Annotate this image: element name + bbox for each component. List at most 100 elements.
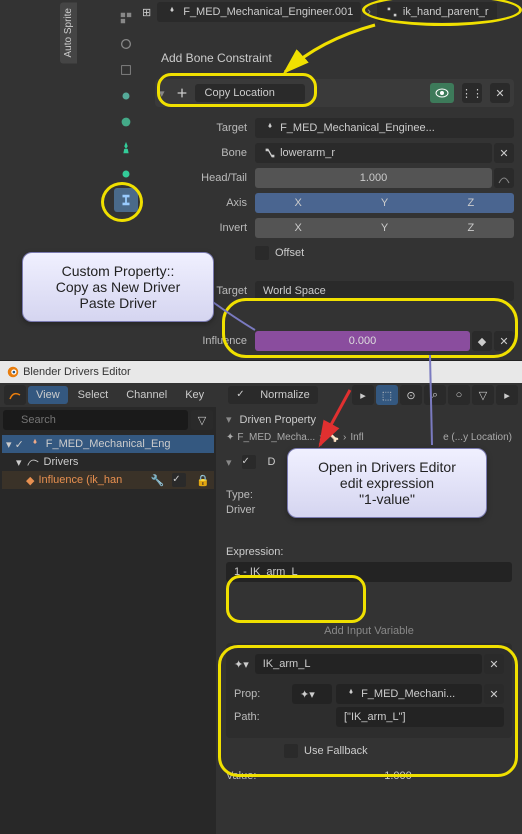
window-titlebar: Blender Drivers Editor	[0, 361, 522, 383]
armature-tiny-icon	[263, 121, 277, 135]
drivers-tree-icon	[26, 455, 40, 469]
window-title: Blender Drivers Editor	[23, 366, 131, 378]
target-space-field[interactable]: World Space	[255, 281, 514, 301]
proportional-button[interactable]: ○	[448, 385, 470, 405]
invert-z-button[interactable]: Z	[428, 218, 514, 238]
axis-label: Axis	[155, 197, 255, 209]
view-menu[interactable]: View	[28, 386, 68, 404]
d-label: D	[268, 456, 276, 468]
path-field[interactable]: ["IK_arm_L"]	[336, 707, 504, 727]
clear-prop-button[interactable]: ✕	[484, 684, 504, 704]
armature-breadcrumb[interactable]: F_MED_Mechanical_Engineer.001	[157, 2, 361, 22]
tree-influence-row[interactable]: ◆ Influence (ik_han 🔧 🔒	[2, 471, 214, 489]
axis-buttons: X Y Z	[255, 193, 514, 213]
scene-icon[interactable]	[114, 84, 138, 108]
expression-field[interactable]: 1 - IK_arm_L	[226, 562, 512, 582]
armature-icon[interactable]	[114, 136, 138, 160]
extras-button[interactable]: ⋮⋮	[462, 83, 482, 103]
output-icon[interactable]	[114, 58, 138, 82]
expression-label: Expression:	[226, 546, 512, 558]
delete-constraint-button[interactable]: ✕	[490, 83, 510, 103]
offset-label: Offset	[275, 247, 304, 259]
object-data-icon[interactable]	[114, 162, 138, 186]
filter-button[interactable]: ▽	[472, 385, 494, 405]
tool-icon[interactable]	[114, 6, 138, 30]
axis-x-button[interactable]: X	[255, 193, 341, 213]
axis-y-button[interactable]: Y	[341, 193, 427, 213]
influence-x-button[interactable]: ✕	[494, 331, 514, 351]
select-box-button[interactable]: ⬚	[376, 385, 398, 405]
auto-sprite-tab[interactable]: Auto Sprite	[60, 2, 77, 63]
armature-name: F_MED_Mechanical_Engineer.001	[183, 6, 353, 18]
pivot-button[interactable]: ⊙	[400, 385, 422, 405]
eye-icon	[435, 88, 449, 98]
search-input[interactable]	[3, 410, 188, 430]
sidebar-toggle-button[interactable]: ▸	[496, 385, 518, 405]
bc-property[interactable]: Infl	[350, 432, 363, 443]
tree-influence-check[interactable]	[172, 473, 186, 487]
delete-variable-button[interactable]: ✕	[484, 654, 504, 674]
influence-keyframe-button[interactable]: ◆	[472, 331, 492, 351]
value-label: Value:	[226, 770, 284, 782]
bone-breadcrumb[interactable]: ik_hand_parent_r	[377, 2, 497, 22]
snap-button[interactable]: ⌕	[424, 385, 446, 405]
influence-label: Influence	[155, 335, 255, 347]
invert-y-button[interactable]: Y	[341, 218, 427, 238]
blender-icon	[6, 365, 20, 379]
world-icon[interactable]	[114, 110, 138, 134]
d-checkbox[interactable]	[242, 455, 256, 469]
influence-slider[interactable]: 0.000	[255, 331, 470, 351]
normalize-toggle[interactable]: Normalize	[228, 386, 318, 404]
bone-constraint-icon[interactable]	[114, 188, 138, 212]
driven-property-breadcrumb: ✦ F_MED_Mecha... › 🦴 › Infl e (...y Loca…	[226, 432, 512, 443]
clear-bone-button[interactable]: ✕	[494, 143, 514, 163]
bc-armature[interactable]: ✦ F_MED_Mecha...	[226, 432, 315, 443]
editor-type-button[interactable]	[4, 385, 26, 405]
d-expand[interactable]	[226, 456, 236, 469]
driven-property-header[interactable]: Driven Property	[226, 413, 512, 426]
tree-root-row[interactable]: ▾ ✓ F_MED_Mechanical_Eng	[2, 435, 214, 453]
tree-lock-icon[interactable]: 🔒	[196, 474, 210, 487]
headtail-label: Head/Tail	[155, 172, 255, 184]
offset-checkbox[interactable]	[255, 246, 269, 260]
drivers-menu-bar: View Select Channel Key Normalize ▸ ⬚ ⊙ …	[0, 383, 522, 407]
offset-row[interactable]: Offset	[255, 243, 514, 263]
target-field[interactable]: F_MED_Mechanical_Enginee...	[255, 118, 514, 138]
axis-z-button[interactable]: Z	[428, 193, 514, 213]
constraint-name-field[interactable]: Copy Location	[195, 84, 305, 102]
fallback-checkbox[interactable]	[284, 744, 298, 758]
bc-bone-icon: 🦴	[327, 432, 339, 443]
invert-x-button[interactable]: X	[255, 218, 341, 238]
key-menu[interactable]: Key	[177, 386, 212, 404]
add-variable-button[interactable]: Add Input Variable	[226, 625, 512, 637]
tree-drivers-row[interactable]: ▾ Drivers	[2, 453, 214, 471]
headtail-field[interactable]: 1.000	[255, 168, 492, 188]
tree-root-label: F_MED_Mechanical_Eng	[46, 438, 171, 450]
path-label: Path:	[234, 711, 292, 723]
tree-wrench-icon[interactable]: 🔧	[151, 474, 165, 487]
property-tabs	[112, 0, 140, 214]
expand-icon[interactable]	[159, 87, 169, 100]
variable-name-field[interactable]: IK_arm_L	[255, 654, 482, 674]
bc-suffix: e (...y Location)	[443, 432, 512, 443]
prop-value-field[interactable]: F_MED_Mechani...	[336, 684, 482, 704]
armature-small-icon	[165, 5, 179, 19]
render-icon[interactable]	[114, 32, 138, 56]
prop-armature-icon	[344, 687, 358, 701]
prop-type-dropdown[interactable]: ✦▾	[292, 684, 332, 704]
normalize-label: Normalize	[260, 389, 310, 401]
add-bone-constraint[interactable]: Add Bone Constraint	[155, 45, 514, 71]
bone-small-icon	[385, 5, 399, 19]
normalize-checkbox[interactable]	[236, 388, 250, 402]
bone-field[interactable]: lowerarm_r	[255, 143, 492, 163]
bone-label: Bone	[155, 147, 255, 159]
type-label: Type:	[226, 489, 284, 501]
cursor-button[interactable]: ▸	[352, 385, 374, 405]
var-type-icon[interactable]: ✦▾	[234, 658, 249, 671]
invert-label: Invert	[155, 222, 255, 234]
filter-icon[interactable]: ▽	[191, 410, 213, 430]
channel-menu[interactable]: Channel	[118, 386, 175, 404]
constraint-visibility-button[interactable]	[430, 83, 454, 103]
select-menu[interactable]: Select	[70, 386, 117, 404]
headtail-curve-button[interactable]	[494, 168, 514, 188]
